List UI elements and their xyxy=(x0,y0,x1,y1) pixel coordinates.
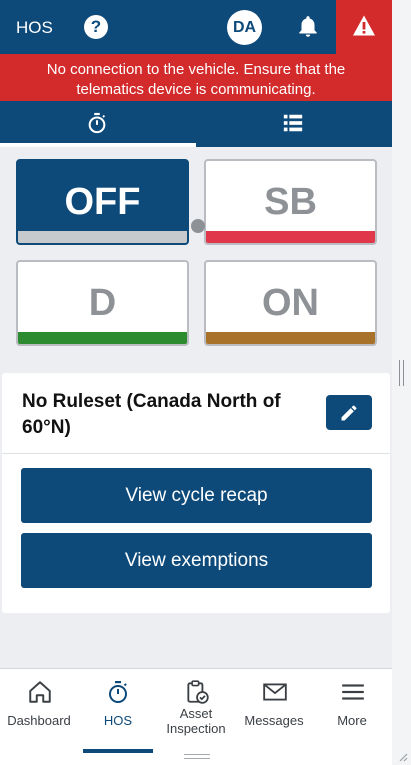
warning-icon xyxy=(353,15,375,36)
stopwatch-icon xyxy=(109,681,127,703)
avatar[interactable]: DA xyxy=(227,10,262,45)
status-label: OFF xyxy=(64,181,141,223)
nav-messages[interactable]: Messages xyxy=(235,669,313,747)
top-bar: HOS ? DA xyxy=(0,0,392,54)
tab-timer[interactable] xyxy=(0,101,196,147)
warning-button[interactable] xyxy=(336,0,392,54)
clipboard-check-icon xyxy=(187,680,209,704)
pencil-icon xyxy=(341,405,357,421)
ruleset-title: No Ruleset (Canada North of 60°N) xyxy=(22,389,302,441)
bell-icon[interactable] xyxy=(295,14,321,40)
status-on-button[interactable]: ON xyxy=(204,260,377,346)
envelope-icon xyxy=(263,683,287,701)
view-exemptions-button[interactable]: View exemptions xyxy=(21,533,372,588)
status-label: D xyxy=(88,282,117,324)
status-label: ON xyxy=(262,282,319,324)
status-color-bar xyxy=(206,332,375,344)
home-indicator xyxy=(184,754,210,759)
menu-icon xyxy=(342,684,364,700)
status-off-button[interactable]: OFF xyxy=(16,159,189,245)
app-window: HOS ? DA No connection to the vehicle. E… xyxy=(0,0,392,765)
nav-asset-inspection[interactable]: Asset Inspection xyxy=(157,669,235,747)
home-icon xyxy=(29,681,51,703)
splitter-handle[interactable] xyxy=(399,360,404,386)
tab-bar xyxy=(0,101,392,147)
nav-label: Asset Inspection xyxy=(157,706,235,736)
nav-label: More xyxy=(337,713,367,728)
stopwatch-icon xyxy=(88,112,106,134)
tab-list[interactable] xyxy=(196,101,392,147)
nav-label-line-1: Asset xyxy=(179,706,213,721)
resize-handle-icon[interactable] xyxy=(396,750,408,762)
nav-label: HOS xyxy=(103,713,133,728)
list-icon xyxy=(283,114,303,132)
ruleset-card: No Ruleset (Canada North of 60°N) View c… xyxy=(2,373,390,613)
help-icon[interactable]: ? xyxy=(84,15,108,39)
status-color-bar xyxy=(18,231,187,243)
status-label: SB xyxy=(264,181,317,223)
page-title: HOS xyxy=(16,18,53,37)
edit-ruleset-button[interactable] xyxy=(326,395,372,430)
connection-alert: No connection to the vehicle. Ensure tha… xyxy=(0,54,392,101)
nav-label: Messages xyxy=(244,713,304,728)
status-indicator-dot xyxy=(191,219,205,233)
alert-line-1: No connection to the vehicle. Ensure tha… xyxy=(46,61,346,78)
status-color-bar xyxy=(206,231,375,243)
nav-more[interactable]: More xyxy=(313,669,391,747)
nav-label: Dashboard xyxy=(7,713,71,728)
view-cycle-recap-button[interactable]: View cycle recap xyxy=(21,468,372,523)
nav-active-indicator xyxy=(83,749,153,753)
divider xyxy=(2,453,390,454)
nav-label-line-2: Inspection xyxy=(166,721,226,736)
bottom-navigation: Dashboard HOS Asset Inspection Messages … xyxy=(0,668,392,765)
duty-status-grid: OFF SB D ON xyxy=(0,147,392,369)
nav-hos[interactable]: HOS xyxy=(79,669,157,753)
status-d-button[interactable]: D xyxy=(16,260,189,346)
status-sb-button[interactable]: SB xyxy=(204,159,377,245)
alert-line-2: telematics device is communicating. xyxy=(76,81,316,98)
ruleset-line-2: 60°N) xyxy=(22,417,71,438)
status-color-bar xyxy=(18,332,187,344)
side-panel xyxy=(392,0,411,765)
ruleset-line-1: No Ruleset (Canada North of xyxy=(22,391,281,412)
nav-dashboard[interactable]: Dashboard xyxy=(0,669,78,747)
